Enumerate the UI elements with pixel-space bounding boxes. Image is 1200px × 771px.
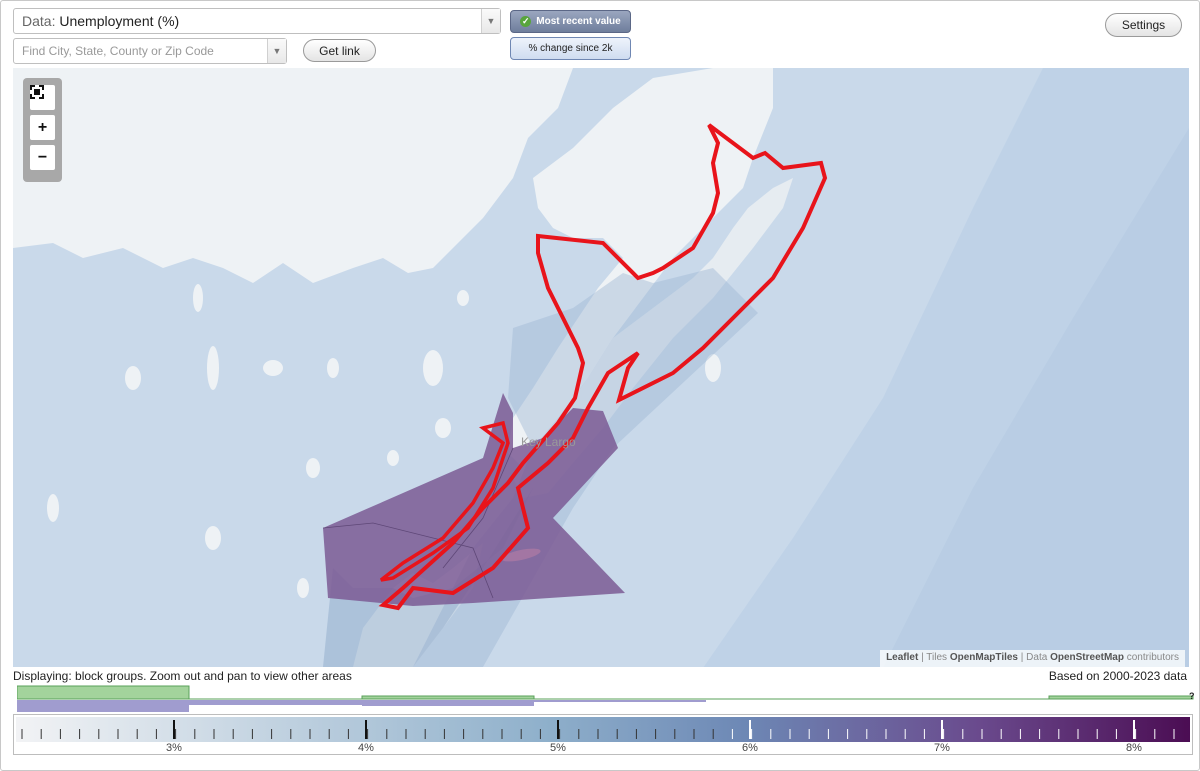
leaflet-link[interactable]: Leaflet [886,652,918,663]
search-input[interactable] [14,39,268,63]
most-recent-value-label: Most recent value [536,16,621,27]
chevron-down-icon[interactable]: ▼ [267,39,286,63]
location-search[interactable]: ▼ [13,38,287,64]
island [327,358,339,378]
histogram-bar [1048,695,1194,700]
legend-tick-label: 8% [1126,742,1142,754]
mainland-land [13,68,573,283]
based-on-text: Based on 2000-2023 data [1048,669,1187,683]
map-attribution: Leaflet | Tiles OpenMapTiles | Data Open… [880,650,1185,667]
most-recent-value-button[interactable]: ✓ Most recent value [510,10,631,33]
minus-icon[interactable]: − [30,145,55,170]
legend-gradient [16,717,1190,742]
island [423,350,443,386]
app-frame: Data: Unemployment (%) ▼ ▼ Get link ✓ Mo… [0,0,1200,771]
chevron-down-icon[interactable]: ▼ [481,9,500,33]
settings-button[interactable]: Settings [1105,13,1182,37]
island [297,578,309,598]
island [47,494,59,522]
island [306,458,320,478]
openstreetmap-link[interactable]: OpenStreetMap [1050,652,1124,663]
data-select[interactable]: Data: Unemployment (%) ▼ [13,8,501,34]
percent-change-label: % change since 2k [528,43,613,54]
data-select-label: Data: Unemployment (%) [22,13,180,29]
island [205,526,221,550]
map[interactable]: Key Largo + − Leaflet | Tiles OpenMapTil… [13,68,1189,667]
island [207,346,219,390]
get-link-button[interactable]: Get link [303,39,376,62]
island [387,450,399,466]
fullscreen-icon[interactable] [30,85,55,110]
place-label: Key Largo [521,435,576,449]
histogram-bar [534,700,706,702]
color-legend: 3% 4% 5% 6% 7% 8% [13,714,1193,755]
legend-tick-label: 4% [358,742,374,754]
legend-tick-label: 6% [742,742,758,754]
island [125,366,141,390]
percent-change-button[interactable]: % change since 2k [510,37,631,60]
legend-tick-label: 3% [166,742,182,754]
plus-icon[interactable]: + [30,115,55,140]
island [263,360,283,376]
island [435,418,451,438]
zoom-controls: + − [23,78,62,182]
island [457,290,469,306]
histogram-bar [189,700,362,705]
map-canvas[interactable] [13,68,1189,667]
histogram-bar [361,695,535,700]
legend-tick-label: 5% [550,742,566,754]
checkmark-icon: ✓ [520,16,532,27]
histogram-bar [362,700,534,706]
distribution-histogram [17,685,1194,712]
data-select-value: Unemployment (%) [59,13,180,29]
legend-tick-label: 7% [934,742,950,754]
histogram-bar [17,685,190,700]
legend-scale: 3% 4% 5% 6% 7% 8% [16,717,1190,754]
histogram-bar [17,700,189,712]
island [193,284,203,312]
openmaptiles-link[interactable]: OpenMapTiles [950,652,1018,663]
help-icon[interactable]: ? [1189,691,1195,701]
displaying-status: Displaying: block groups. Zoom out and p… [13,669,352,683]
